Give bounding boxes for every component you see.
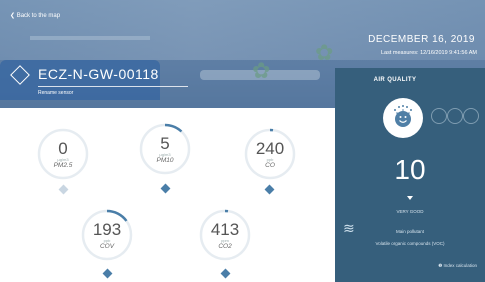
rename-sensor-link[interactable]: Rename sensor [38,90,73,96]
index-calculation-link[interactable]: ❶ Index calculation [438,263,477,269]
gauge-label: CO2 [218,243,232,250]
gauge-label: COV [99,243,115,250]
sad-face-icon [447,108,463,124]
cov-detail-diamond[interactable] [102,268,113,279]
back-to-map-link[interactable]: ❮ Back to the map [10,12,60,19]
gauge-value: 0 [58,139,68,158]
last-measures: Last measures: 12/16/2019 9:41:56 AM [380,50,477,56]
co2-detail-diamond[interactable] [220,268,231,279]
device-name: ECZ-N-GW-00118 [38,66,159,82]
gauge-value: 5 [160,134,170,153]
gauge-cov: 193 ppb COV [80,208,134,262]
main-pollutant-name: Volatile organic compounds (VOC) [375,241,445,246]
main-pollutant-label: Main pollutant [395,229,425,234]
air-quality-index-value: 10 [394,154,426,185]
gauge-value: 193 [92,220,122,239]
gauge-value: 413 [210,220,240,239]
pm25-detail-diamond[interactable] [58,184,69,195]
gauge-pm25: 0 µg/m3 PM2.5 [36,127,90,181]
gauge-label: CO [265,162,275,169]
pm10-detail-diamond[interactable] [160,183,171,194]
neutral-face-icon [431,108,447,124]
gauge-co2: 413 ppm CO2 [198,208,252,262]
bad-face-icon [463,108,479,124]
air-quality-status: VERY GOOD [396,209,424,214]
gauge-co: 240 ppb CO [243,127,297,181]
gauge-pm10: 5 µg/m3 PM10 [138,122,192,176]
caret-down-icon [407,196,413,200]
current-date: DECEMBER 16, 2019 [368,34,475,45]
device-underline [38,86,188,87]
smiley-face-icon [395,111,411,127]
air-quality-panel: AIR QUALITY 10 VERY GOOD ≋ Main pollutan… [335,68,485,282]
air-quality-title: AIR QUALITY [373,77,417,83]
gauge-value: 240 [255,139,285,158]
gauge-label: PM2.5 [53,162,73,169]
air-quality-face-badge [383,98,423,138]
gauge-label: PM10 [156,157,174,164]
co-detail-diamond[interactable] [264,184,275,195]
